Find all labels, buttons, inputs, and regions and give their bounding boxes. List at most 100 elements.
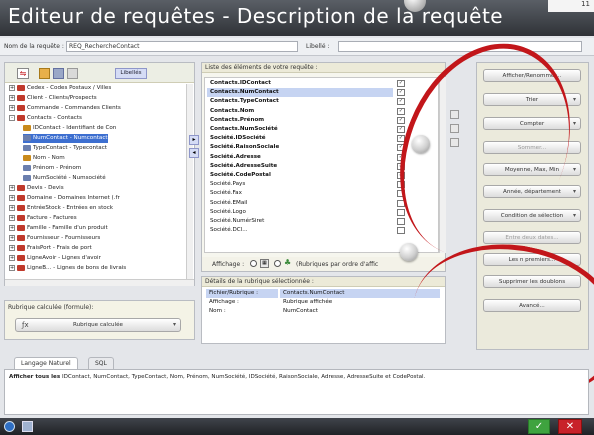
visible-checkbox[interactable]: ✓	[397, 98, 405, 106]
tree-item[interactable]: Prénom - Prénom	[23, 164, 81, 173]
display-option-label: (Rubriques par ordre d'affic	[296, 261, 379, 268]
tab-sql[interactable]: SQL	[88, 357, 114, 369]
visible-checkbox[interactable]: ✓	[397, 80, 405, 87]
tree-item-label: FraisPort - Frais de port	[27, 245, 92, 251]
table-icon	[17, 244, 25, 251]
tree-item[interactable]: + Cedex - Codes Postaux / Villes	[9, 84, 111, 93]
element-row[interactable]: Société.CodePostal	[207, 171, 393, 180]
natural-language-text: IDContact, NumContact, TypeContact, Nom,…	[61, 374, 426, 380]
expand-toggle-icon[interactable]: +	[9, 224, 15, 231]
expand-toggle-icon[interactable]: +	[9, 194, 15, 201]
table-icon	[17, 224, 25, 231]
display-radio-1[interactable]	[250, 260, 257, 267]
tree-item[interactable]: + Commande - Commandes Clients	[9, 104, 121, 113]
tree-item-label: Facture - Factures	[27, 215, 77, 221]
tab-natural-language[interactable]: Langage Naturel	[14, 357, 78, 369]
visible-checkbox[interactable]	[397, 208, 405, 216]
expand-toggle-icon[interactable]: +	[9, 244, 15, 251]
ok-check-icon[interactable]: ✓	[528, 419, 550, 434]
expand-toggle-icon[interactable]: +	[9, 234, 15, 241]
help-icon[interactable]	[4, 421, 15, 432]
visible-checkbox[interactable]: ✓	[397, 89, 405, 97]
tree-hscrollbar[interactable]	[5, 279, 194, 286]
remove-arrow-icon[interactable]: ◂	[189, 148, 199, 158]
element-row[interactable]: Société.Logo	[207, 208, 393, 217]
calculated-field-label: Rubrique calculée (formule):	[8, 304, 94, 311]
libelle-input[interactable]	[338, 41, 582, 52]
tree-item[interactable]: NumSociété - Numsociété	[23, 174, 106, 183]
view-icon-3[interactable]	[67, 68, 78, 79]
tree-item-label: Contacts - Contacts	[27, 115, 82, 121]
expand-toggle-icon[interactable]: +	[9, 184, 15, 191]
element-row[interactable]: Contacts.IDContact	[207, 79, 393, 88]
visible-checkbox[interactable]	[397, 218, 405, 225]
expand-toggle-icon[interactable]: +	[9, 254, 15, 261]
tree-item[interactable]: + Client - Clients/Prospects	[9, 94, 97, 103]
tree-item[interactable]: NumContact - Numcontact	[23, 134, 108, 143]
visible-checkbox[interactable]: ✓	[397, 126, 405, 133]
expand-toggle-icon[interactable]: +	[9, 104, 15, 111]
display-radio-2[interactable]	[274, 260, 281, 267]
screen-icon[interactable]	[22, 421, 33, 432]
tree-item[interactable]: + Fournisseur - Fournisseurs	[9, 234, 100, 243]
tree-item[interactable]: + Famille - Famille d'un produit	[9, 224, 108, 233]
tree-item[interactable]: - Contacts - Contacts	[9, 114, 82, 123]
view-icon-2[interactable]	[53, 68, 64, 79]
element-row[interactable]: Contacts.NumContact	[207, 88, 393, 97]
libelles-toggle-button[interactable]: Libellés	[115, 68, 147, 79]
element-row[interactable]: Société.EMail	[207, 199, 393, 208]
tree-item[interactable]: + EntréeStock - Entrées en stock	[9, 204, 113, 213]
query-name-input[interactable]: REQ_RechercheContact	[66, 41, 298, 52]
tree-item[interactable]: TypeContact - Typecontact	[23, 144, 107, 153]
calculated-field-button-label: Rubrique calculée	[72, 322, 124, 328]
tree-item[interactable]: + LigneAvoir - Lignes d'avoir	[9, 254, 101, 263]
expand-toggle-icon[interactable]: +	[9, 94, 15, 101]
display-grid-icon: ▦	[260, 259, 269, 268]
cancel-x-icon[interactable]: ✕	[558, 419, 582, 434]
tree-item-label: Prénom - Prénom	[33, 165, 82, 171]
element-row[interactable]: Contacts.NumSociété	[207, 125, 393, 134]
expand-toggle-icon[interactable]: +	[9, 84, 15, 91]
element-row[interactable]: Contacts.TypeContact	[207, 97, 393, 106]
element-row[interactable]: Société.Fax	[207, 189, 393, 198]
window-title: Editeur de requêtes - Description de la …	[8, 4, 504, 28]
view-icon-1[interactable]	[39, 68, 50, 79]
tree-item[interactable]: + FraisPort - Frais de port	[9, 244, 92, 253]
visible-checkbox[interactable]	[397, 227, 405, 235]
field-icon	[23, 164, 31, 171]
tree-item[interactable]: Nom - Nom	[23, 154, 65, 163]
element-row[interactable]: Société.DCl...	[207, 226, 393, 235]
tree-scrollbar[interactable]	[186, 84, 193, 279]
element-row[interactable]: Contacts.Nom	[207, 107, 393, 116]
element-row[interactable]: Société.Pays	[207, 180, 393, 189]
expand-toggle-icon[interactable]: -	[9, 114, 15, 121]
expand-toggle-icon[interactable]: +	[9, 264, 15, 271]
details-header: Détails de la rubrique sélectionnée :	[202, 277, 445, 287]
add-arrow-icon[interactable]: ▸	[189, 135, 199, 145]
tree-item[interactable]: IDContact - Identifiant de Con	[23, 124, 116, 133]
tree-item-label: NumContact - Numcontact	[33, 135, 108, 141]
tree-item-label: Commande - Commandes Clients	[27, 105, 121, 111]
tree-item[interactable]: + Devis - Devis	[9, 184, 64, 193]
tree-item[interactable]: + LigneB... - Lignes de bons de livrais	[9, 264, 126, 273]
expand-toggle-icon[interactable]: +	[9, 204, 15, 211]
element-row[interactable]: Société.Adresse	[207, 153, 393, 162]
element-row[interactable]: Société.NumérSiret	[207, 217, 393, 226]
tree-item[interactable]: + Domaine - Domaines Internet (.fr	[9, 194, 120, 203]
knob-icon-1	[412, 135, 430, 153]
element-row[interactable]: Contacts.Prénom	[207, 116, 393, 125]
field-icon	[23, 174, 31, 181]
calculated-field-button[interactable]: ƒx Rubrique calculée	[15, 318, 181, 332]
tree-item-label: Devis - Devis	[27, 185, 64, 191]
calculated-field-section: Rubrique calculée (formule): ƒx Rubrique…	[4, 300, 195, 340]
element-row[interactable]: Société.AdresseSuite	[207, 162, 393, 171]
visible-checkbox[interactable]: ✓	[397, 116, 405, 124]
element-row-label: Société.CodePostal	[210, 172, 271, 178]
element-row[interactable]: Société.IDSociété	[207, 134, 393, 143]
tree-item[interactable]: + Facture - Factures	[9, 214, 77, 223]
visible-checkbox[interactable]: ✓	[397, 107, 405, 115]
element-row[interactable]: Société.RaisonSociale	[207, 143, 393, 152]
expand-toggle-icon[interactable]: +	[9, 214, 15, 221]
tree-filter-icon[interactable]: ⇋	[17, 68, 29, 79]
title-bar: Editeur de requêtes - Description de la …	[0, 0, 594, 36]
